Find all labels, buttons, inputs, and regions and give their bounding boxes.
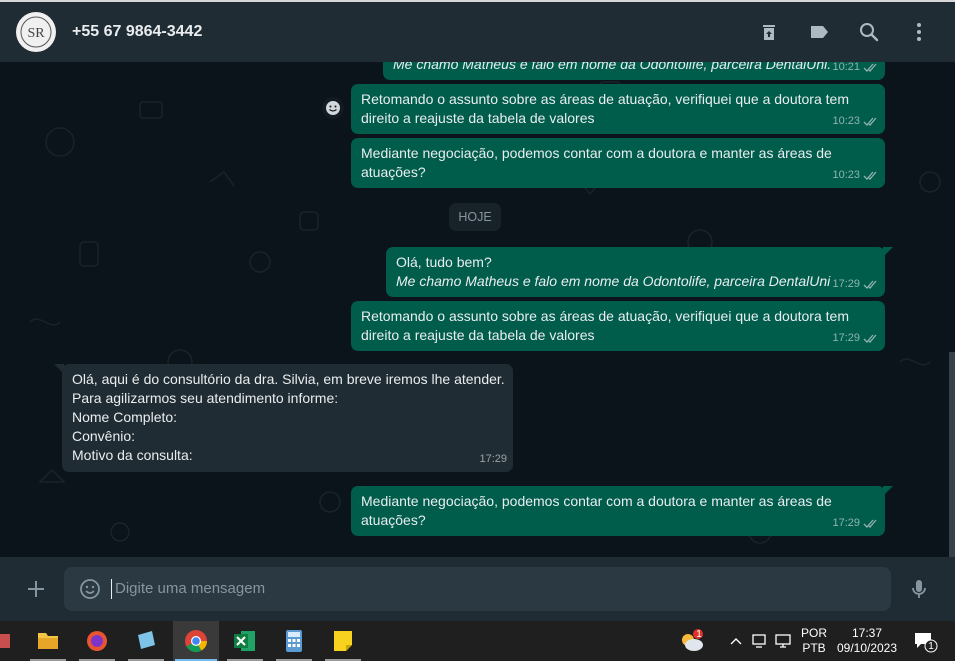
message-text-line: Olá, aqui é do consultório da dra. Silvi… xyxy=(72,371,505,387)
message-text-line: Me chamo Matheus e falo em nome da Odont… xyxy=(393,62,832,72)
message-meta: 17:29 xyxy=(479,450,507,469)
attach-plus-icon[interactable] xyxy=(24,577,48,601)
partial-app-icon[interactable] xyxy=(0,631,14,651)
taskbar-excel[interactable] xyxy=(225,621,265,661)
message-meta: 17:29 xyxy=(832,514,879,533)
message-text-line: Convênio: xyxy=(72,428,136,444)
message-text-line: Motivo da consulta: xyxy=(72,447,193,463)
taskbar-calculator[interactable] xyxy=(274,621,314,661)
outgoing-message[interactable]: Mediante negociação, podemos contar com … xyxy=(351,486,893,536)
taskbar-sticky-notes[interactable] xyxy=(323,621,363,661)
bubble-tail xyxy=(883,486,893,496)
message-text-line: Mediante negociação, podemos contar com … xyxy=(361,145,832,161)
message-time: 17:29 xyxy=(832,332,860,344)
archive-icon[interactable] xyxy=(757,20,781,44)
double-check-icon xyxy=(863,63,877,72)
outgoing-message[interactable]: Me chamo Matheus e falo em nome da Odont… xyxy=(383,62,885,80)
message-text-line: Para agilizarmos seu atendimento informe… xyxy=(72,390,339,406)
excel-icon xyxy=(234,631,255,651)
message-time: 10:23 xyxy=(832,169,860,181)
notification-count: 1 xyxy=(928,641,934,652)
message-meta: 10:23 xyxy=(832,166,879,185)
outgoing-message[interactable]: Mediante negociação, podemos contar com … xyxy=(351,138,885,188)
message-meta: 17:29 xyxy=(832,275,879,294)
message-text-line: Retomando o assunto sobre as áreas de at… xyxy=(361,308,849,324)
double-check-icon xyxy=(863,117,877,126)
message-text-line: Retomando o assunto sobre as áreas de at… xyxy=(361,91,849,107)
windows-taskbar: 1 POR PTB 17:37 09/10/2023 1 xyxy=(0,621,955,661)
taskbar-firefox[interactable] xyxy=(77,621,117,661)
taskbar-file-explorer[interactable] xyxy=(28,621,68,661)
avatar-logo-icon: SR xyxy=(20,16,52,48)
network-icon[interactable] xyxy=(751,633,769,649)
contact-name[interactable]: +55 67 9864-3442 xyxy=(72,23,202,41)
message-text-line: Nome Completo: xyxy=(72,409,178,425)
clock-time: 17:37 xyxy=(851,626,883,640)
outgoing-message[interactable]: Retomando o assunto sobre as áreas de at… xyxy=(351,301,885,351)
message-text-line: Olá, tudo bem? xyxy=(396,254,492,270)
clock-date: 09/10/2023 xyxy=(836,641,898,655)
day-separator: HOJE xyxy=(449,203,501,231)
message-meta: 10:23 xyxy=(832,112,879,131)
clock[interactable]: 17:37 09/10/2023 xyxy=(834,626,900,656)
text-caret xyxy=(111,579,112,599)
message-placeholder: Digite uma mensagem xyxy=(115,580,266,597)
chat-header: SR +55 67 9864-3442 xyxy=(0,2,955,62)
whatsapp-web-window: SR +55 67 9864-3442 HOJE Me chamo Matheu… xyxy=(0,0,955,661)
chrome-icon xyxy=(185,630,207,652)
svg-text:SR: SR xyxy=(27,26,45,41)
chat-scrollbar[interactable] xyxy=(949,352,955,557)
calculator-icon xyxy=(286,630,302,652)
emoji-icon[interactable] xyxy=(78,577,102,601)
bubble-tail xyxy=(883,247,893,257)
message-time: 17:29 xyxy=(479,453,507,465)
taskbar-chrome[interactable] xyxy=(173,621,219,661)
message-text-line: direito a reajuste da tabela de valores xyxy=(361,110,595,126)
message-time: 10:21 xyxy=(832,62,860,73)
keyboard-layout: PTB xyxy=(802,641,826,655)
message-text-line: direito a reajuste da tabela de valores xyxy=(361,327,595,343)
message-input[interactable]: Digite uma mensagem xyxy=(64,567,891,611)
label-icon[interactable] xyxy=(807,20,831,44)
outgoing-message[interactable]: Retomando o assunto sobre as áreas de at… xyxy=(351,84,885,134)
notepad-icon xyxy=(138,631,155,649)
sticky-notes-icon xyxy=(334,631,352,651)
message-meta: 10:21 xyxy=(832,62,879,77)
message-list[interactable]: HOJE Me chamo Matheus e falo em nome da … xyxy=(0,62,955,557)
emoji-face-icon xyxy=(326,101,340,115)
language-indicator[interactable]: POR PTB xyxy=(798,626,830,656)
taskbar-notepad[interactable] xyxy=(126,621,166,661)
folder-icon xyxy=(38,633,58,649)
weather-badge: 1 xyxy=(696,629,702,640)
message-meta: 17:29 xyxy=(832,329,879,348)
reaction-emoji-button[interactable] xyxy=(322,97,344,119)
outgoing-message[interactable]: Olá, tudo bem? Me chamo Matheus e falo em… xyxy=(386,247,893,297)
bubble-tail xyxy=(54,364,64,374)
double-check-icon xyxy=(863,280,877,289)
double-check-icon xyxy=(863,334,877,343)
message-composer: Digite uma mensagem xyxy=(0,557,955,621)
message-text-line: Me chamo Matheus e falo em nome da Odont… xyxy=(396,273,831,289)
language-code: POR xyxy=(800,626,827,640)
message-time: 17:29 xyxy=(832,278,860,290)
message-time: 10:23 xyxy=(832,115,860,127)
message-time: 17:29 xyxy=(832,517,860,529)
monitor-icon[interactable] xyxy=(775,633,793,649)
firefox-icon xyxy=(87,631,107,651)
message-text-line: Mediante negociação, podemos contar com … xyxy=(361,493,832,509)
double-check-icon xyxy=(863,171,877,180)
chevron-up-icon[interactable] xyxy=(729,634,743,648)
menu-icon[interactable] xyxy=(907,20,931,44)
message-text-line: atuações? xyxy=(361,164,426,180)
contact-avatar[interactable]: SR xyxy=(16,12,56,52)
incoming-message[interactable]: Olá, aqui é do consultório da dra. Silvi… xyxy=(54,364,513,472)
message-text-line: atuações? xyxy=(361,512,426,528)
notification-center-button[interactable]: 1 xyxy=(912,630,938,654)
weather-widget[interactable]: 1 xyxy=(678,628,706,654)
double-check-icon xyxy=(863,519,877,528)
search-icon[interactable] xyxy=(857,20,881,44)
microphone-icon[interactable] xyxy=(907,577,931,601)
